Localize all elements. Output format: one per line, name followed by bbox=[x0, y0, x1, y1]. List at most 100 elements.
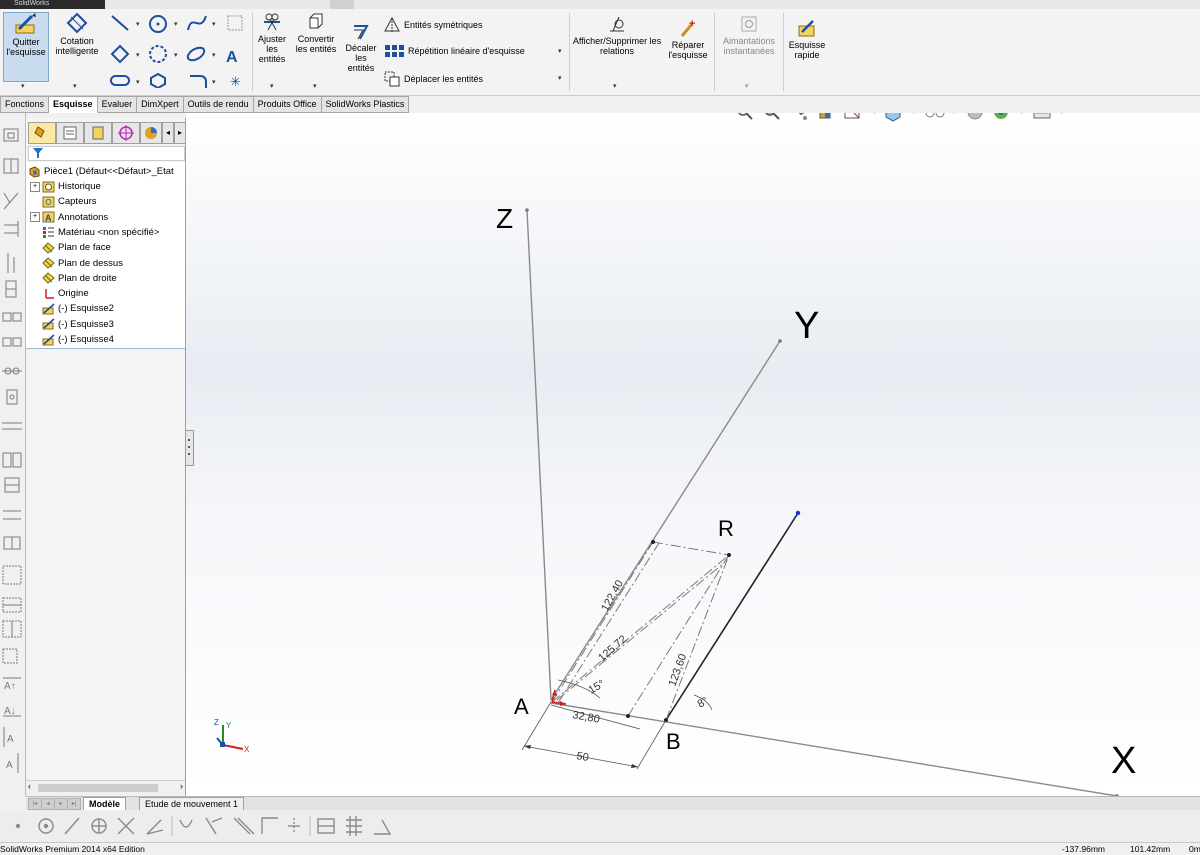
smart-dimension-button[interactable]: Cotation intelligente bbox=[52, 12, 102, 62]
exit-sketch-button[interactable]: Quitter l'esquisse bbox=[3, 12, 49, 82]
relation-dashed-icon[interactable] bbox=[2, 648, 18, 664]
offset-entities-button[interactable]: Décaler les entités bbox=[342, 21, 380, 91]
center-point-icon[interactable] bbox=[38, 818, 54, 834]
app-menu[interactable]: SolidWorks bbox=[0, 0, 105, 9]
tab-motion-study-1[interactable]: Etude de mouvement 1 bbox=[139, 797, 245, 811]
sketch-point-y[interactable] bbox=[651, 540, 655, 544]
view-settings-icon[interactable] bbox=[1033, 113, 1051, 119]
scrollbar-thumb[interactable] bbox=[38, 784, 158, 792]
slot-tool-icon[interactable] bbox=[110, 75, 130, 86]
relation-perpendicular-icon[interactable] bbox=[5, 280, 17, 298]
graphics-viewport[interactable]: ▾ ▾ ▾ ▾ ▾ bbox=[186, 113, 1200, 796]
point-tool-icon[interactable]: ✳ bbox=[230, 75, 241, 90]
tree-item[interactable]: Matériau <non spécifié> bbox=[30, 225, 159, 240]
title-tab[interactable] bbox=[330, 0, 354, 9]
move-entities-button[interactable]: Déplacer les entités bbox=[384, 71, 483, 87]
tab-render-tools[interactable]: Outils de rendu bbox=[183, 96, 254, 113]
tab-model[interactable]: Modèle bbox=[83, 797, 127, 811]
section-view-icon[interactable] bbox=[819, 113, 831, 119]
sketch-point-b[interactable] bbox=[664, 718, 668, 722]
convert-dropdown[interactable]: ▾ bbox=[313, 82, 317, 90]
property-manager-tab[interactable] bbox=[56, 122, 84, 144]
point-icon[interactable] bbox=[15, 823, 21, 829]
tree-item[interactable]: + Historique bbox=[30, 179, 101, 194]
y-axis-endpoint[interactable] bbox=[778, 339, 782, 343]
horizontal-dimension-icon[interactable] bbox=[317, 818, 335, 834]
tree-item[interactable]: (-) Esquisse3 bbox=[30, 317, 114, 332]
quick-snaps-button[interactable]: Aimantations instantanées bbox=[717, 14, 781, 70]
scroll-right-arrow-icon[interactable]: › bbox=[180, 781, 183, 791]
surface-tool-icon[interactable] bbox=[227, 15, 243, 31]
tree-item[interactable]: Plan de dessus bbox=[30, 256, 123, 271]
view-orientation-dropdown[interactable]: ▾ bbox=[873, 113, 877, 116]
dimxpert-manager-tab[interactable] bbox=[112, 122, 140, 144]
text-tool-icon[interactable]: A bbox=[226, 49, 238, 66]
rectangle-tool-icon[interactable] bbox=[110, 44, 130, 64]
circle-icon[interactable] bbox=[91, 818, 107, 834]
tree-root-part[interactable]: Pièce1 (Défaut<<Défaut>_Etat bbox=[28, 164, 174, 179]
linear-pattern-dropdown[interactable]: ▾ bbox=[558, 47, 562, 55]
corner-rectangle-icon[interactable] bbox=[261, 817, 278, 834]
relation-equal-icon[interactable] bbox=[2, 337, 22, 347]
feature-manager-tab[interactable] bbox=[28, 122, 56, 144]
view-orientation-icon[interactable] bbox=[844, 113, 860, 119]
centerline-icon[interactable] bbox=[146, 819, 164, 835]
align-bottom-icon[interactable]: A↓ bbox=[3, 706, 21, 717]
align-right-icon[interactable]: A bbox=[6, 753, 19, 773]
tree-item[interactable]: Origine bbox=[30, 286, 89, 301]
tab-nav-next[interactable]: ▸ bbox=[54, 798, 68, 810]
ellipse-tool-icon[interactable] bbox=[186, 45, 207, 63]
circle-tool-icon[interactable] bbox=[149, 15, 167, 33]
display-style-dropdown[interactable]: ▾ bbox=[912, 113, 916, 116]
z-axis-endpoint[interactable] bbox=[525, 208, 529, 212]
display-relations-dropdown[interactable]: ▾ bbox=[613, 82, 617, 90]
align-left-icon[interactable]: A bbox=[3, 727, 14, 747]
scroll-left-arrow-icon[interactable]: ‹ bbox=[28, 781, 31, 791]
relation-fix-icon[interactable] bbox=[2, 452, 22, 468]
mirror-entities-button[interactable]: Entités symétriques bbox=[384, 17, 483, 33]
relation-angle-icon[interactable] bbox=[2, 565, 22, 585]
grid-icon[interactable] bbox=[346, 816, 362, 836]
apply-scene-dropdown[interactable]: ▾ bbox=[1020, 113, 1024, 116]
view-settings-dropdown[interactable]: ▾ bbox=[1060, 113, 1064, 116]
construction-icon[interactable] bbox=[288, 818, 300, 834]
tree-expand-icon[interactable]: + bbox=[30, 212, 40, 223]
arc-icon[interactable] bbox=[179, 819, 193, 828]
tree-item[interactable]: Plan de face bbox=[30, 240, 111, 255]
relation-merge-icon[interactable] bbox=[3, 510, 21, 520]
tab-nav-last[interactable]: ▸| bbox=[67, 798, 81, 810]
relation-grid-icon[interactable] bbox=[2, 597, 22, 613]
tab-evaluate[interactable]: Evaluer bbox=[97, 96, 138, 113]
linear-pattern-button[interactable]: Répétition linéaire d'esquisse bbox=[384, 44, 525, 58]
tangent-arc-icon[interactable] bbox=[117, 817, 135, 835]
tree-item[interactable]: + A Annotations bbox=[30, 210, 108, 225]
relation-array-icon[interactable] bbox=[2, 620, 22, 638]
tab-dimxpert[interactable]: DimXpert bbox=[137, 96, 184, 113]
relation-collinear-icon[interactable] bbox=[2, 312, 22, 322]
angle-icon[interactable] bbox=[374, 819, 392, 835]
tab-nav-prev[interactable]: ◂ bbox=[41, 798, 55, 810]
tree-item[interactable]: Capteurs bbox=[30, 194, 97, 209]
configuration-manager-tab[interactable] bbox=[84, 122, 112, 144]
line-tool-icon[interactable] bbox=[111, 15, 129, 31]
parallel-line-icon[interactable] bbox=[233, 817, 255, 835]
tree-filter-input[interactable] bbox=[28, 146, 185, 161]
sketch-point-mid[interactable] bbox=[626, 714, 630, 718]
relation-symmetric-icon[interactable] bbox=[2, 422, 22, 430]
tree-expand-icon[interactable]: + bbox=[30, 181, 40, 192]
tab-nav-first[interactable]: |◂ bbox=[28, 798, 42, 810]
relation-tangent-icon[interactable] bbox=[2, 367, 22, 375]
dimension-50[interactable]: 50 bbox=[575, 750, 589, 764]
panel-splitter-handle[interactable] bbox=[185, 430, 194, 466]
relation-concentric-icon[interactable] bbox=[6, 389, 18, 405]
spline-tool-icon[interactable] bbox=[187, 15, 207, 31]
relation-coincident-icon[interactable] bbox=[4, 221, 19, 237]
tree-item[interactable]: Plan de droite bbox=[30, 271, 117, 286]
relation-vertical-icon[interactable] bbox=[3, 158, 19, 174]
relation-midpoint-icon[interactable] bbox=[3, 192, 19, 210]
arc-tool-icon[interactable] bbox=[149, 45, 167, 63]
tree-horizontal-scrollbar[interactable]: ‹ › bbox=[26, 780, 185, 795]
trim-dropdown[interactable]: ▾ bbox=[270, 82, 274, 90]
tab-plastics[interactable]: SolidWorks Plastics bbox=[321, 96, 410, 113]
tab-office-products[interactable]: Produits Office bbox=[253, 96, 322, 113]
